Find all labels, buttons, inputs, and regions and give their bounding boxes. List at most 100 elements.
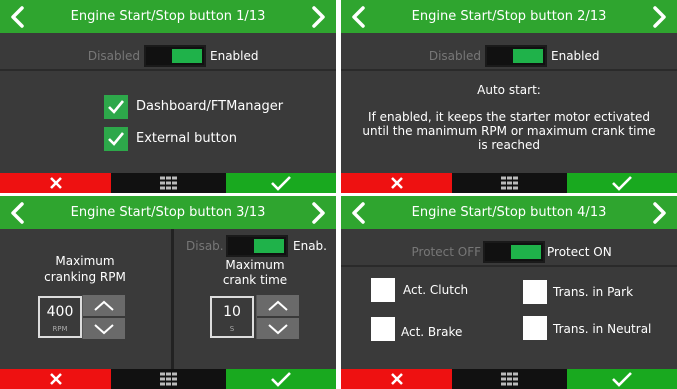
toggle-off-label: Disabled [428,49,481,63]
auto-start-toggle[interactable] [485,45,547,67]
checkbox-label: External button [136,131,237,146]
chevron-right-icon[interactable] [649,6,669,28]
toggle-knob [513,49,543,63]
info-line: If enabled, it keeps the starter motor e… [368,110,650,124]
chevron-up-icon [94,300,114,311]
toggle-on-label: Enabled [551,49,600,63]
protect-toggle-row: Protect OFF Protect ON [341,241,677,265]
checkmark-icon [271,372,291,387]
toggle-knob [254,239,284,253]
toggle-off-label: Disabled [87,49,140,63]
title-bar: Engine Start/Stop button 2/13 [341,0,677,33]
chevron-left-icon[interactable] [8,202,28,224]
checkbox-external-button[interactable] [104,127,128,151]
crank-time-unit: S [229,325,235,333]
cancel-button[interactable] [341,369,452,389]
menu-button[interactable] [111,173,226,193]
screen-title: Engine Start/Stop button 3/13 [70,205,266,220]
toggle-knob [172,49,202,63]
grid-icon [500,372,518,386]
rpm-decrease-button[interactable] [83,318,125,339]
chevron-left-icon[interactable] [349,202,369,224]
confirm-button[interactable] [567,173,677,193]
chevron-right-icon[interactable] [308,6,328,28]
auto-start-toggle-row: Disabled Enabled [341,45,677,69]
crank-time-label-line1: Maximum [225,258,285,272]
menu-button[interactable] [111,369,226,389]
rpm-value-box[interactable]: 400 RPM [38,296,82,338]
crank-time-decrease-button[interactable] [257,318,299,339]
x-icon [49,373,62,385]
checkbox-label: Act. Clutch [403,283,469,297]
toggle-on-label: Enabled [210,49,259,63]
chevron-down-icon [94,323,114,334]
confirm-button[interactable] [567,369,677,389]
checkmark-icon [108,100,125,114]
toggle-off-label: Protect OFF [411,245,482,259]
grid-icon [500,176,518,190]
checkbox-trans-in-neutral[interactable] [523,316,547,340]
checkbox-label: Trans. in Park [553,285,634,299]
chevron-right-icon[interactable] [649,202,669,224]
menu-button[interactable] [452,173,567,193]
grid-icon [159,176,177,190]
crank-time-stepper [256,295,299,339]
divider [341,69,677,71]
rpm-unit: RPM [52,325,68,333]
confirm-button[interactable] [226,369,336,389]
checkbox-dashboard[interactable] [104,95,128,119]
screen-2: Engine Start/Stop button 2/13 Disabled E… [341,0,677,193]
chevron-down-icon [268,323,288,334]
screen-title: Engine Start/Stop button 4/13 [411,205,607,220]
chevron-left-icon[interactable] [8,6,28,28]
chevron-left-icon[interactable] [349,6,369,28]
crank-time-value: 10 [223,304,241,320]
checkmark-icon [612,372,632,387]
grid-icon [159,372,177,386]
checkmark-icon [271,176,291,191]
crank-time-toggle[interactable] [226,235,288,257]
cancel-button[interactable] [0,173,111,193]
title-bar: Engine Start/Stop button 3/13 [0,196,336,229]
rpm-label-line2: cranking RPM [44,270,126,284]
divider [0,69,336,71]
crank-time-value-box[interactable]: 10 S [210,296,254,338]
enable-toggle[interactable] [144,45,206,67]
title-bar: Engine Start/Stop button 1/13 [0,0,336,33]
x-icon [390,373,403,385]
x-icon [49,177,62,189]
cancel-button[interactable] [0,369,111,389]
checkbox-act-clutch[interactable] [371,278,395,302]
rpm-stepper [82,295,125,339]
footer-bar [341,369,677,389]
cancel-button[interactable] [341,173,452,193]
title-bar: Engine Start/Stop button 4/13 [341,196,677,229]
crank-time-increase-button[interactable] [257,295,299,318]
rpm-increase-button[interactable] [83,295,125,318]
footer-bar [341,173,677,193]
toggle-knob [511,245,541,259]
screen-title: Engine Start/Stop button 1/13 [70,9,266,24]
screen-3: Engine Start/Stop button 3/13 Maximum cr… [0,196,336,389]
info-title: Auto start: [477,83,541,97]
toggle-on-label: Protect ON [547,245,612,259]
screen-4: Engine Start/Stop button 4/13 Protect OF… [341,196,677,389]
protect-toggle[interactable] [483,241,545,263]
enable-toggle-row: Disabled Enabled [0,45,336,69]
info-line: until the manimum RPM or maximum crank t… [362,124,656,138]
screen-1: Engine Start/Stop button 1/13 Disabled E… [0,0,336,193]
toggle-off-label: Disab. [186,239,224,253]
rpm-value: 400 [46,304,74,320]
chevron-right-icon[interactable] [308,202,328,224]
chevron-up-icon [268,300,288,311]
divider [341,265,677,267]
checkbox-label: Trans. in Neutral [553,322,652,336]
toggle-on-label: Enab. [293,239,327,253]
crank-time-label-line2: crank time [222,273,288,287]
checkbox-trans-in-park[interactable] [523,280,547,304]
menu-button[interactable] [452,369,567,389]
info-line: is reached [477,138,540,152]
footer-bar [0,173,336,193]
checkbox-act-brake[interactable] [371,317,395,341]
confirm-button[interactable] [226,173,336,193]
